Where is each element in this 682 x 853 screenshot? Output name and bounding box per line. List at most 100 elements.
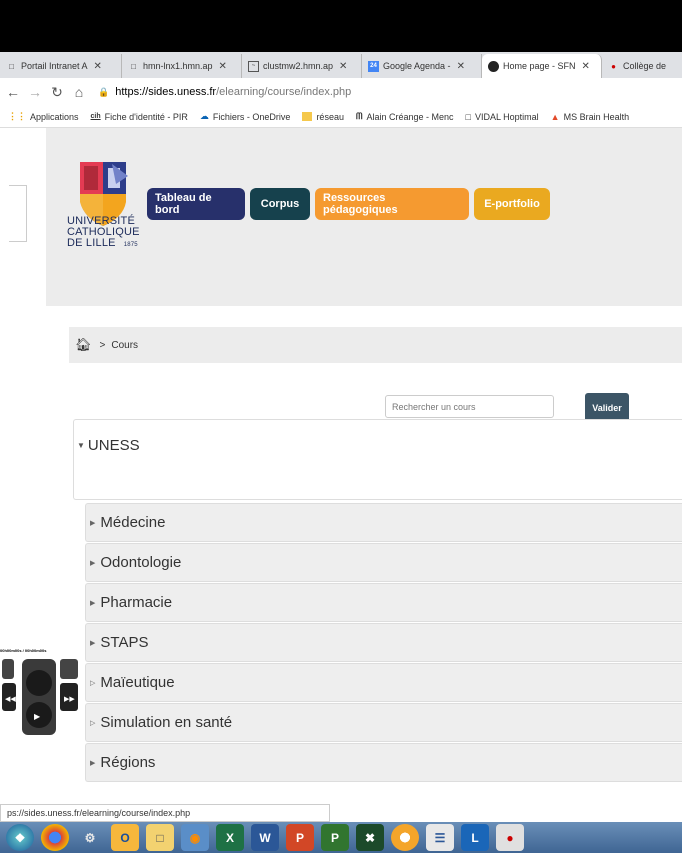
category-odontologie[interactable]: ▶ Odontologie (85, 543, 682, 582)
page-icon: □ (9, 61, 14, 71)
bookmark-label: Fichiers - OneDrive (212, 111, 291, 122)
bookmark-label: MS Brain Health (563, 111, 630, 122)
category-uness-header[interactable]: ▼ UNESS (74, 420, 682, 470)
sfn-icon (488, 60, 499, 72)
xcode-icon[interactable]: ✖ (356, 824, 384, 851)
category-maieutique[interactable]: ▷ Maïeutique (85, 663, 682, 702)
category-label: Odontologie (100, 554, 182, 571)
university-name-line3: DE LILLE (67, 237, 116, 249)
explorer-icon[interactable]: □ (146, 824, 174, 851)
chrome-canary-icon[interactable] (391, 824, 419, 851)
page-content: UNIVERSITÉ CATHOLIQUE DE LILLE 1875 Table… (0, 128, 682, 804)
tab-title: hmn-lnx1.hmn.ap (143, 61, 213, 71)
bookmark-mendeley[interactable]: ᗰ Alain Créange - Menc (356, 111, 454, 122)
browser-tab[interactable]: ~ clustmw2.hmn.ap ✕ (242, 54, 362, 78)
browser-tab[interactable]: Home page - SFN ✕ (482, 54, 602, 78)
start-orb-icon[interactable]: ❖ (6, 824, 34, 851)
browser-tab[interactable]: ● Collège de (602, 54, 682, 78)
category-label: UNESS (87, 436, 140, 454)
browser-icon[interactable]: ● (496, 824, 524, 851)
course-search-input[interactable]: Rechercher un cours (385, 395, 554, 418)
category-uness: ▼ UNESS (73, 419, 682, 500)
url-path: /elearning/course/index.php (216, 86, 352, 98)
word-icon[interactable]: W (251, 824, 279, 851)
category-label: Pharmacie (100, 594, 173, 611)
caret-right-icon: ▶ (90, 559, 96, 567)
outlook-icon[interactable]: O (111, 824, 139, 851)
bookmark-fiche[interactable]: cih Fiche d'identité - PIR (91, 112, 188, 122)
bookmark-label: Alain Créange - Menc (366, 111, 454, 122)
category-label: Simulation en santé (100, 714, 233, 731)
url-domain: https://sides.uness.fr (115, 86, 217, 98)
category-pharmacie[interactable]: ▶ Pharmacie (85, 583, 682, 622)
bookmark-applications[interactable]: ⋮⋮ Applications (8, 111, 79, 122)
founding-year: 1875 (123, 242, 138, 248)
university-name: UNIVERSITÉ CATHOLIQUE DE LILLE 1875 (67, 216, 140, 251)
player-icon[interactable]: ◉ (181, 824, 209, 851)
close-icon[interactable]: ✕ (582, 61, 590, 72)
top-black-bar (0, 0, 682, 52)
home-icon[interactable]: 🏠︎ (75, 337, 92, 353)
browser-tab[interactable]: 24 Google Agenda - ✕ (362, 54, 482, 78)
category-simulation[interactable]: ▷ Simulation en santé (85, 703, 682, 742)
close-icon[interactable]: ✕ (94, 61, 102, 72)
notepad-icon[interactable]: ☰ (426, 824, 454, 851)
category-staps[interactable]: ▶ STAPS (85, 623, 682, 662)
home-icon[interactable]: ⌂ (70, 84, 88, 100)
category-label: Médecine (100, 514, 166, 531)
e-portfolio-button[interactable]: E-portfolio (474, 188, 550, 220)
bookmark-onedrive[interactable]: ☁ Fichiers - OneDrive (200, 111, 291, 122)
browser-tab[interactable]: □ Portail Intranet A ✕ (0, 54, 122, 78)
valider-button[interactable]: Valider (585, 393, 629, 422)
lync-icon[interactable]: L (461, 824, 489, 851)
project-icon[interactable]: P (321, 824, 349, 851)
bookmark-vidal[interactable]: □ VIDAL Hoptimal (466, 112, 539, 122)
close-icon[interactable]: ✕ (339, 61, 347, 72)
forward-icon[interactable]: → (26, 84, 44, 100)
tab-title: clustmw2.hmn.ap (263, 61, 334, 71)
caret-right-icon: ▶ (90, 519, 96, 527)
ms-brain-icon: ▲ (550, 111, 560, 122)
chrome-icon[interactable] (41, 824, 69, 851)
close-icon[interactable]: ✕ (219, 61, 227, 72)
corpus-button[interactable]: Corpus (250, 188, 310, 220)
tab-title: Collège de (623, 61, 667, 71)
excel-icon[interactable]: X (216, 824, 244, 851)
category-label: Maïeutique (100, 674, 175, 691)
bookmark-reseau[interactable]: réseau (302, 112, 344, 122)
browser-tab[interactable]: □ hmn-lnx1.hmn.ap ✕ (122, 54, 242, 78)
network-icon[interactable]: ⚙ (76, 824, 104, 851)
onedrive-icon: ☁ (199, 111, 209, 121)
main-nav: Tableau de bord Corpus Ressources pédago… (147, 188, 550, 220)
folder-icon (302, 112, 313, 121)
url-field[interactable]: 🔒 https://sides.uness.fr/elearning/cours… (98, 86, 351, 98)
site-header: UNIVERSITÉ CATHOLIQUE DE LILLE 1875 Table… (46, 128, 682, 306)
tableau-de-bord-button[interactable]: Tableau de bord (147, 188, 245, 220)
close-icon[interactable]: ✕ (457, 61, 465, 72)
powerpoint-icon[interactable]: P (286, 824, 314, 851)
svg-text:▶: ▶ (34, 712, 41, 721)
bookmark-label: Applications (30, 111, 79, 122)
caret-right-icon: ▶ (90, 759, 96, 767)
caret-right-icon: ▶ (90, 639, 96, 647)
caret-right-outline-icon: ▷ (90, 719, 96, 727)
status-bar-url: ps://sides.uness.fr/elearning/course/ind… (0, 804, 330, 822)
bookmark-label: Fiche d'identité - PIR (104, 111, 188, 122)
category-label: Régions (100, 754, 156, 771)
calendar-icon: 24 (368, 60, 379, 72)
category-medecine[interactable]: ▶ Médecine (85, 503, 682, 542)
chevron-right-icon: > (99, 339, 106, 351)
breadcrumb-current[interactable]: Cours (111, 340, 138, 351)
category-label: STAPS (100, 634, 149, 651)
category-regions[interactable]: ▶ Régions (85, 743, 682, 782)
bookmark-label: VIDAL Hoptimal (474, 111, 539, 122)
svg-text:◀◀: ◀◀ (5, 695, 16, 703)
drawer-toggle[interactable] (9, 185, 27, 242)
svg-text:▶▶: ▶▶ (64, 695, 75, 703)
tab-title: Home page - SFN (503, 61, 576, 71)
ressources-pedagogiques-button[interactable]: Ressources pédagogiques (315, 188, 469, 220)
bookmark-msbrain[interactable]: ▲ MS Brain Health (551, 112, 629, 122)
reload-icon[interactable]: ↻ (48, 84, 66, 101)
cih-icon: cih (90, 113, 101, 120)
back-icon[interactable]: ← (4, 84, 22, 100)
